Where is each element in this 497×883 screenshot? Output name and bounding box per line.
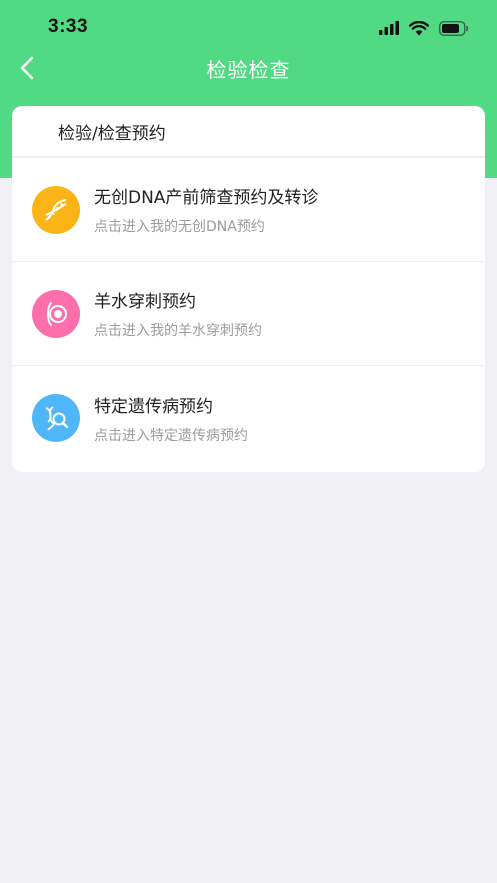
list-item-dna[interactable]: 无创DNA产前筛查预约及转诊 点击进入我的无创DNA预约 (12, 158, 485, 262)
pregnancy-icon (32, 289, 80, 338)
status-time: 3:33 (48, 16, 89, 37)
item-title: 特定遗传病预约 (94, 396, 213, 417)
nav-bar: 检验检查 (0, 46, 497, 90)
appointment-card: 检验/检查预约 无创DNA产前筛查预约及转诊 点击进入我的无创DNA预约 羊水穿… (12, 106, 485, 472)
page-title: 检验检查 (206, 58, 291, 82)
list-item-amniocentesis[interactable]: 羊水穿刺预约 点击进入我的羊水穿刺预约 (12, 262, 485, 366)
battery-icon (439, 20, 469, 36)
item-title: 羊水穿刺预约 (94, 292, 196, 312)
item-title: 无创DNA产前筛查预约及转诊 (94, 188, 319, 208)
item-subtitle: 点击进入我的羊水穿刺预约 (94, 323, 262, 339)
dna-icon (32, 185, 80, 234)
item-subtitle: 点击进入特定遗传病预约 (94, 427, 248, 444)
wifi-icon (409, 20, 429, 35)
list-item-genetic-disease[interactable]: 特定遗传病预约 点击进入特定遗传病预约 (12, 366, 485, 470)
card-heading: 检验/检查预约 (12, 106, 485, 158)
cellular-signal-icon (379, 21, 399, 35)
item-subtitle: 点击进入我的无创DNA预约 (94, 219, 265, 235)
status-icons (379, 18, 469, 38)
gene-search-icon (32, 394, 80, 442)
